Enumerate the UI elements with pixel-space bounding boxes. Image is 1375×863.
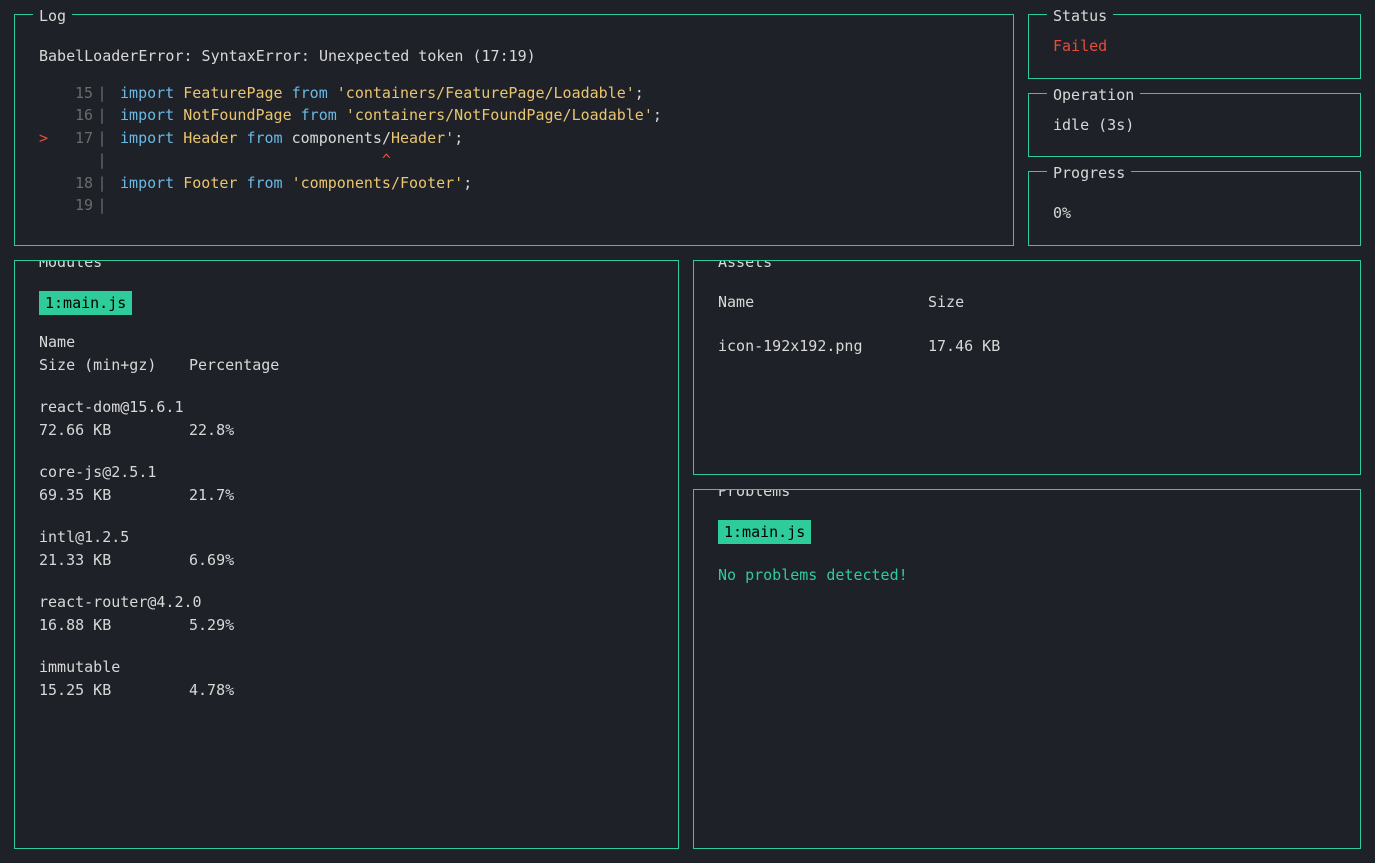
modules-header-pct: Percentage — [189, 354, 279, 377]
asset-row: icon-192x192.png17.46 KB — [718, 335, 1336, 358]
module-size: 16.88 KB — [39, 614, 189, 637]
module-percentage: 22.8% — [189, 419, 234, 442]
operation-value: idle (3s) — [1053, 114, 1336, 137]
code-content: import Header from components/Header'; — [111, 127, 463, 150]
code-content — [111, 194, 120, 217]
code-content: ^ — [111, 149, 391, 172]
modules-panel: Modules 1:main.js Name Size (min+gz) Per… — [14, 260, 679, 850]
assets-title: Assets — [712, 260, 778, 274]
problems-title: Problems — [712, 489, 796, 503]
module-row: react-router@4.2.016.88 KB5.29% — [39, 591, 654, 636]
code-content: import NotFoundPage from 'containers/Not… — [111, 104, 662, 127]
module-percentage: 4.78% — [189, 679, 234, 702]
module-row: core-js@2.5.169.35 KB21.7% — [39, 461, 654, 506]
status-panel: Status Failed — [1028, 14, 1361, 79]
assets-header-size: Size — [928, 291, 964, 314]
module-percentage: 6.69% — [189, 549, 234, 572]
modules-header-name: Name — [39, 331, 654, 354]
gutter-line-number: 15 — [57, 82, 93, 105]
code-line: 19| — [39, 194, 989, 217]
code-content: import FeaturePage from 'containers/Feat… — [111, 82, 644, 105]
module-size: 21.33 KB — [39, 549, 189, 572]
error-caret: ^ — [120, 151, 391, 169]
module-size: 69.35 KB — [39, 484, 189, 507]
module-name: core-js@2.5.1 — [39, 461, 654, 484]
module-size: 72.66 KB — [39, 419, 189, 442]
gutter-pipe: | — [93, 194, 111, 217]
problems-panel: Problems 1:main.js No problems detected! — [693, 489, 1361, 850]
code-line: 15| import FeaturePage from 'containers/… — [39, 82, 989, 105]
module-name: immutable — [39, 656, 654, 679]
asset-name: icon-192x192.png — [718, 335, 928, 358]
progress-title: Progress — [1047, 162, 1131, 185]
module-name: intl@1.2.5 — [39, 526, 654, 549]
progress-panel: Progress 0% — [1028, 171, 1361, 246]
log-error-header: BabelLoaderError: SyntaxError: Unexpecte… — [39, 45, 989, 68]
operation-title: Operation — [1047, 84, 1140, 107]
problems-tag[interactable]: 1:main.js — [718, 520, 811, 545]
code-content: import Footer from 'components/Footer'; — [111, 172, 472, 195]
asset-size: 17.46 KB — [928, 335, 1000, 358]
problems-message: No problems detected! — [718, 564, 1336, 587]
gutter-line-number: 18 — [57, 172, 93, 195]
gutter-line-number: 17 — [57, 127, 93, 150]
gutter-line-number: 19 — [57, 194, 93, 217]
gutter-pipe: | — [93, 82, 111, 105]
gutter-pipe: | — [93, 104, 111, 127]
gutter-pipe: | — [93, 127, 111, 150]
modules-title: Modules — [33, 260, 108, 274]
log-panel: Log BabelLoaderError: SyntaxError: Unexp… — [14, 14, 1014, 246]
log-title: Log — [33, 5, 72, 28]
code-line: 18| import Footer from 'components/Foote… — [39, 172, 989, 195]
module-percentage: 5.29% — [189, 614, 234, 637]
code-line: >17| import Header from components/Heade… — [39, 127, 989, 150]
status-value: Failed — [1053, 35, 1336, 58]
modules-tag[interactable]: 1:main.js — [39, 291, 132, 316]
gutter-pipe: | — [93, 172, 111, 195]
assets-panel: Assets Name Size icon-192x192.png17.46 K… — [693, 260, 1361, 475]
gutter-error-marker: > — [39, 127, 57, 150]
gutter-pipe: | — [93, 149, 111, 172]
module-name: react-dom@15.6.1 — [39, 396, 654, 419]
progress-value: 0% — [1053, 202, 1336, 225]
module-name: react-router@4.2.0 — [39, 591, 654, 614]
module-percentage: 21.7% — [189, 484, 234, 507]
module-row: intl@1.2.521.33 KB6.69% — [39, 526, 654, 571]
code-line: 16| import NotFoundPage from 'containers… — [39, 104, 989, 127]
log-code-block: 15| import FeaturePage from 'containers/… — [39, 82, 989, 217]
code-line: | ^ — [39, 149, 989, 172]
module-row: react-dom@15.6.172.66 KB22.8% — [39, 396, 654, 441]
modules-header-size: Size (min+gz) — [39, 354, 189, 377]
module-size: 15.25 KB — [39, 679, 189, 702]
status-title: Status — [1047, 5, 1113, 28]
module-row: immutable15.25 KB4.78% — [39, 656, 654, 701]
operation-panel: Operation idle (3s) — [1028, 93, 1361, 158]
gutter-line-number: 16 — [57, 104, 93, 127]
assets-header-name: Name — [718, 291, 928, 314]
